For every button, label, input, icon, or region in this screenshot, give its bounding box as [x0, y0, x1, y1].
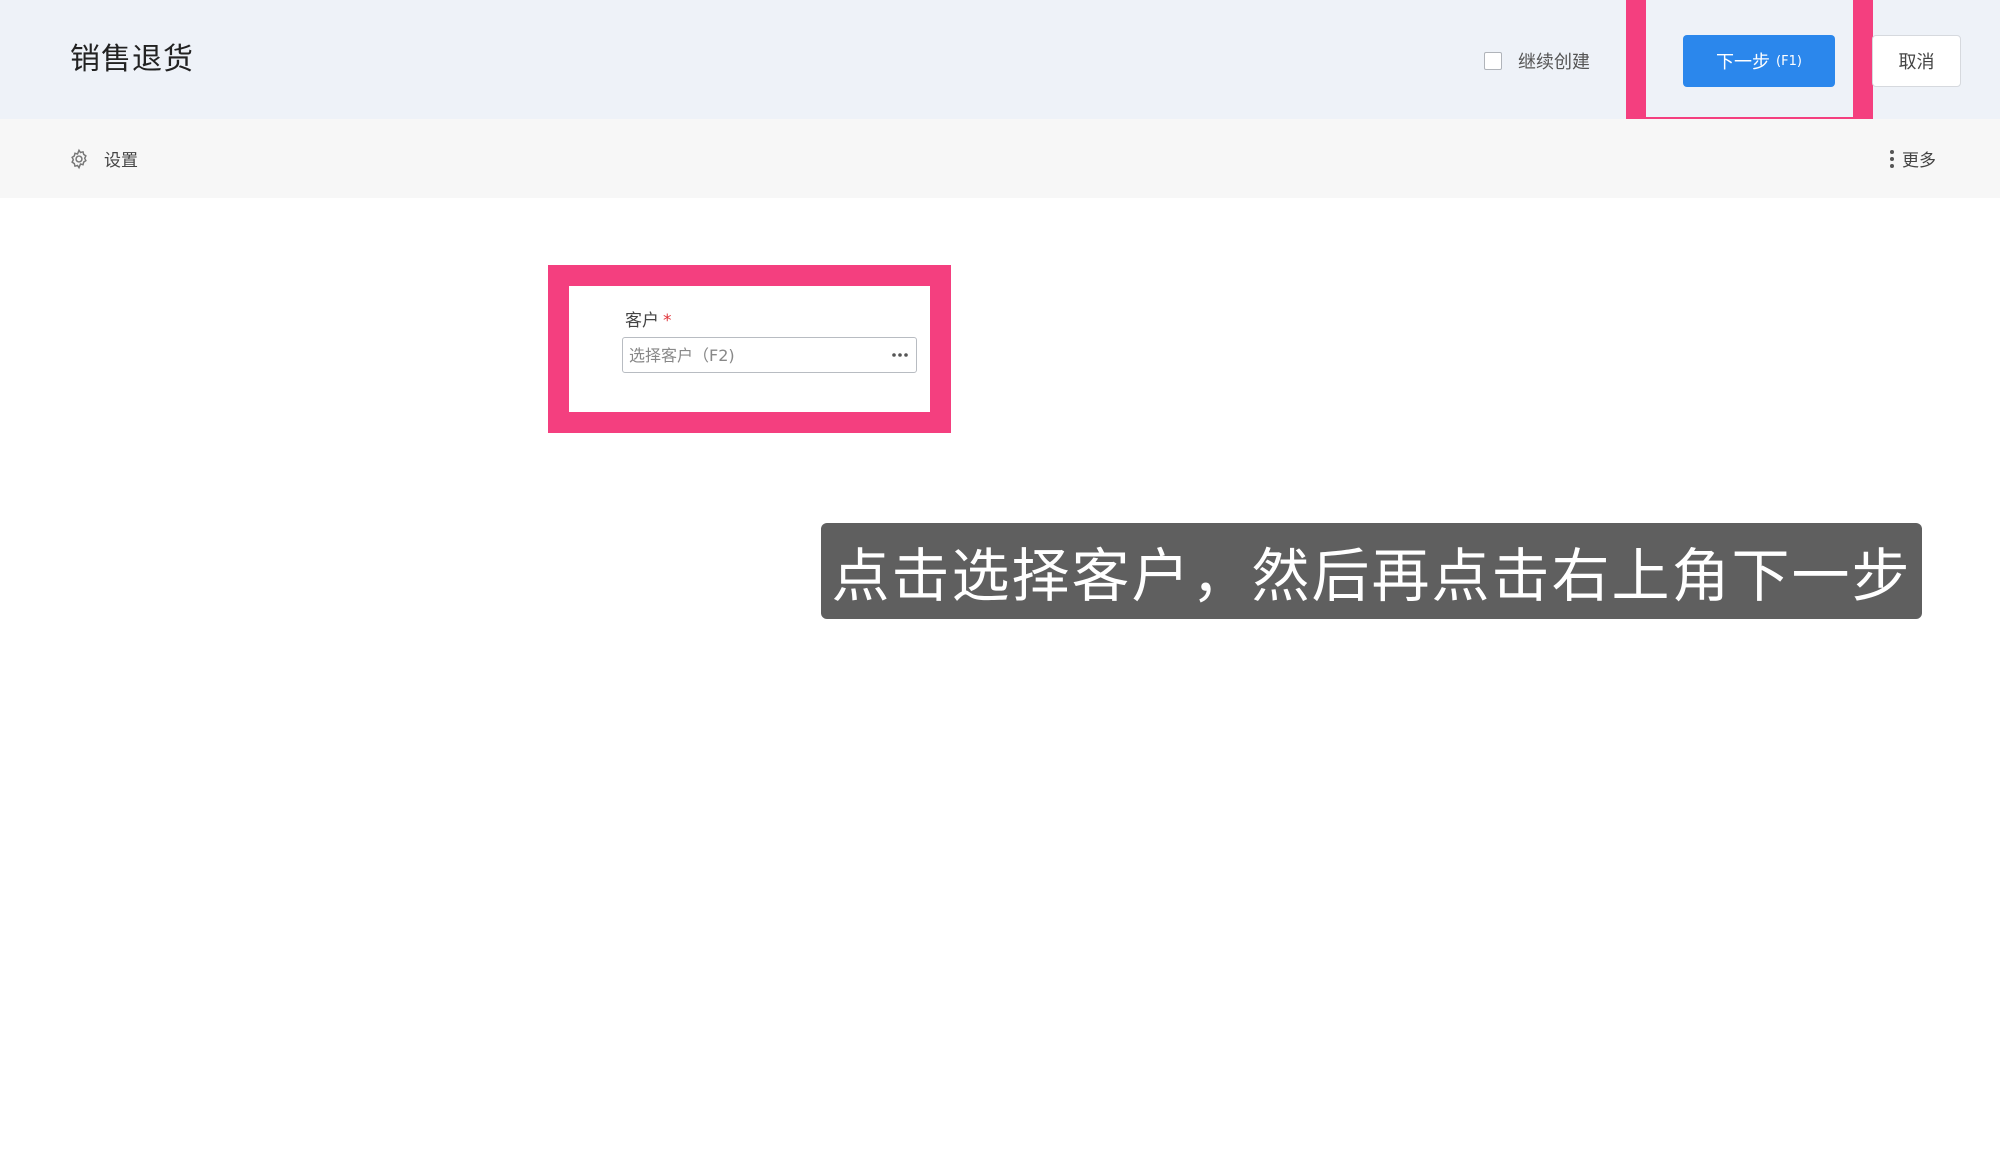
page-header: 销售退货 继续创建 下一步 (F1) 取消: [0, 0, 2000, 137]
next-step-shortcut: (F1): [1776, 53, 1802, 69]
toolbar: 设置 更多: [0, 119, 2000, 198]
required-mark: *: [663, 311, 672, 331]
next-step-button[interactable]: 下一步 (F1): [1683, 35, 1835, 87]
more-menu-button[interactable]: 更多: [1888, 146, 1936, 171]
settings-button[interactable]: 设置: [68, 146, 138, 171]
customer-label-text: 客户: [625, 311, 659, 331]
customer-select-field[interactable]: [622, 337, 917, 373]
instruction-caption: 点击选择客户，然后再点击右上角下一步: [821, 523, 1922, 619]
continue-create-option[interactable]: 继续创建: [1484, 47, 1590, 75]
continue-create-checkbox[interactable]: [1484, 52, 1502, 70]
page-title: 销售退货: [70, 42, 194, 77]
customer-field-label: 客户 *: [625, 306, 672, 331]
gear-icon: [68, 148, 90, 170]
next-step-label: 下一步: [1716, 52, 1771, 73]
cancel-button[interactable]: 取消: [1872, 35, 1961, 87]
vertical-dots-icon: [1888, 148, 1896, 170]
instruction-caption-text: 点击选择客户，然后再点击右上角下一步: [831, 542, 1912, 610]
continue-create-label: 继续创建: [1518, 52, 1590, 73]
more-label: 更多: [1902, 151, 1936, 171]
customer-input[interactable]: [623, 345, 873, 365]
sales-return-page: 销售退货 继续创建 下一步 (F1) 取消 设置 更多 客户 * 选择客户（F2…: [0, 0, 2000, 1161]
ellipsis-icon[interactable]: [890, 346, 910, 364]
settings-label: 设置: [104, 151, 138, 171]
